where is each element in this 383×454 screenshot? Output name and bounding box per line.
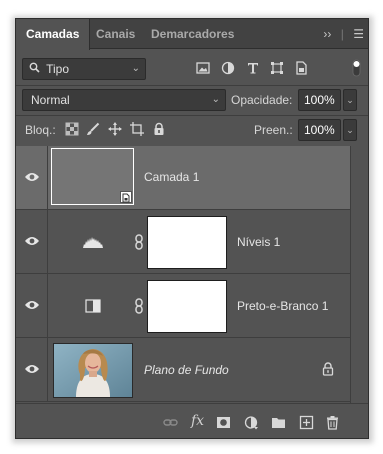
opacity-label: Opacidade: bbox=[231, 93, 293, 107]
visibility-cell bbox=[16, 274, 48, 337]
adjustment-filter-icon[interactable] bbox=[221, 61, 237, 77]
link-layers-icon[interactable] bbox=[163, 415, 178, 430]
tab-controls: ›› | ☰ bbox=[317, 19, 364, 49]
mask-link-icon[interactable] bbox=[134, 298, 144, 314]
delete-icon[interactable] bbox=[325, 415, 340, 430]
layer-row-niveis-1[interactable]: Níveis 1 bbox=[16, 210, 350, 274]
layer-thumbnail[interactable] bbox=[51, 148, 134, 205]
layer-name[interactable]: Camada 1 bbox=[144, 169, 199, 185]
tab-camadas[interactable]: Camadas bbox=[16, 19, 91, 50]
mask-link-icon[interactable] bbox=[134, 234, 144, 250]
layer-name[interactable]: Preto-e-Branco 1 bbox=[237, 298, 328, 314]
smart-object-filter-icon[interactable] bbox=[294, 61, 310, 77]
blend-mode-value: Normal bbox=[31, 93, 70, 107]
tab-canais[interactable]: Canais bbox=[86, 19, 145, 49]
layers-panel: Camadas Canais Demarcadores ›› | ☰ Tipo … bbox=[15, 18, 369, 439]
filter-toggle-icon[interactable] bbox=[352, 59, 361, 77]
shape-filter-icon[interactable] bbox=[270, 61, 286, 77]
chevron-down-icon: ⌄ bbox=[211, 94, 220, 105]
filter-kind-value: Tipo bbox=[46, 62, 70, 76]
layer-mask-thumbnail[interactable] bbox=[147, 216, 227, 269]
layer-mask-thumbnail[interactable] bbox=[147, 280, 227, 333]
smart-object-badge-icon bbox=[120, 191, 132, 203]
background-photo-thumbnail[interactable] bbox=[53, 343, 133, 398]
collapse-icon[interactable]: ›› bbox=[323, 19, 331, 49]
eye-icon[interactable] bbox=[24, 363, 40, 375]
divider: | bbox=[340, 27, 344, 41]
new-layer-icon[interactable] bbox=[299, 415, 314, 430]
layers-list: Camada 1 Níveis 1 Preto-e-Branco 1 Plano… bbox=[16, 146, 350, 403]
tab-bar: Camadas Canais Demarcadores ›› | ☰ bbox=[16, 19, 368, 50]
layer-row-plano-de-fundo[interactable]: Plano de Fundo bbox=[16, 338, 350, 402]
layer-row-preto-e-branco-1[interactable]: Preto-e-Branco 1 bbox=[16, 274, 350, 338]
opacity-input[interactable]: 100% bbox=[298, 89, 341, 111]
lock-row: Bloq.: Preen.: 100% ⌄ bbox=[16, 118, 368, 142]
layer-row-camada-1[interactable]: Camada 1 bbox=[16, 146, 350, 210]
blend-row: Normal ⌄ Opacidade: 100% ⌄ bbox=[16, 88, 368, 112]
eye-icon[interactable] bbox=[24, 171, 40, 183]
lock-position-move-icon[interactable] bbox=[108, 122, 122, 136]
levels-histogram-icon[interactable] bbox=[82, 235, 104, 249]
lock-pixels-brush-icon[interactable] bbox=[86, 122, 100, 136]
layer-name[interactable]: Níveis 1 bbox=[237, 234, 280, 250]
pixel-filter-icon[interactable] bbox=[196, 61, 212, 77]
fx-icon[interactable]: fx bbox=[191, 413, 204, 429]
fill-dropdown-button[interactable]: ⌄ bbox=[343, 119, 357, 141]
layer-lock-icon[interactable] bbox=[322, 362, 334, 376]
filter-row: Tipo ⌄ bbox=[16, 57, 368, 81]
eye-icon[interactable] bbox=[24, 235, 40, 247]
new-adjustment-icon[interactable] bbox=[244, 415, 259, 430]
fill-label: Preen.: bbox=[254, 123, 293, 137]
eye-icon[interactable] bbox=[24, 299, 40, 311]
panel-menu-icon[interactable]: ☰ bbox=[353, 19, 364, 49]
opacity-dropdown-button[interactable]: ⌄ bbox=[343, 89, 357, 111]
chevron-down-icon: ⌄ bbox=[131, 63, 140, 74]
visibility-cell bbox=[16, 338, 48, 401]
lock-artboard-icon[interactable] bbox=[130, 122, 144, 136]
type-filter-icon[interactable] bbox=[246, 61, 262, 77]
black-white-icon[interactable] bbox=[85, 299, 101, 313]
lock-label: Bloq.: bbox=[25, 123, 56, 137]
filter-kind-select[interactable]: Tipo ⌄ bbox=[22, 58, 146, 80]
layers-scrollbar[interactable] bbox=[350, 146, 368, 403]
add-mask-icon[interactable] bbox=[216, 415, 231, 430]
bottom-toolbar: fx bbox=[16, 403, 368, 438]
lock-all-icon[interactable] bbox=[152, 122, 166, 136]
divider bbox=[16, 115, 368, 116]
search-icon bbox=[29, 59, 43, 79]
visibility-cell bbox=[16, 146, 48, 209]
lock-transparency-icon[interactable] bbox=[65, 122, 79, 136]
divider bbox=[16, 85, 368, 86]
fill-input[interactable]: 100% bbox=[298, 119, 341, 141]
new-group-icon[interactable] bbox=[271, 415, 286, 430]
visibility-cell bbox=[16, 210, 48, 273]
blend-mode-select[interactable]: Normal ⌄ bbox=[22, 89, 226, 111]
layer-name[interactable]: Plano de Fundo bbox=[144, 362, 229, 378]
tab-demarcadores[interactable]: Demarcadores bbox=[141, 19, 244, 49]
